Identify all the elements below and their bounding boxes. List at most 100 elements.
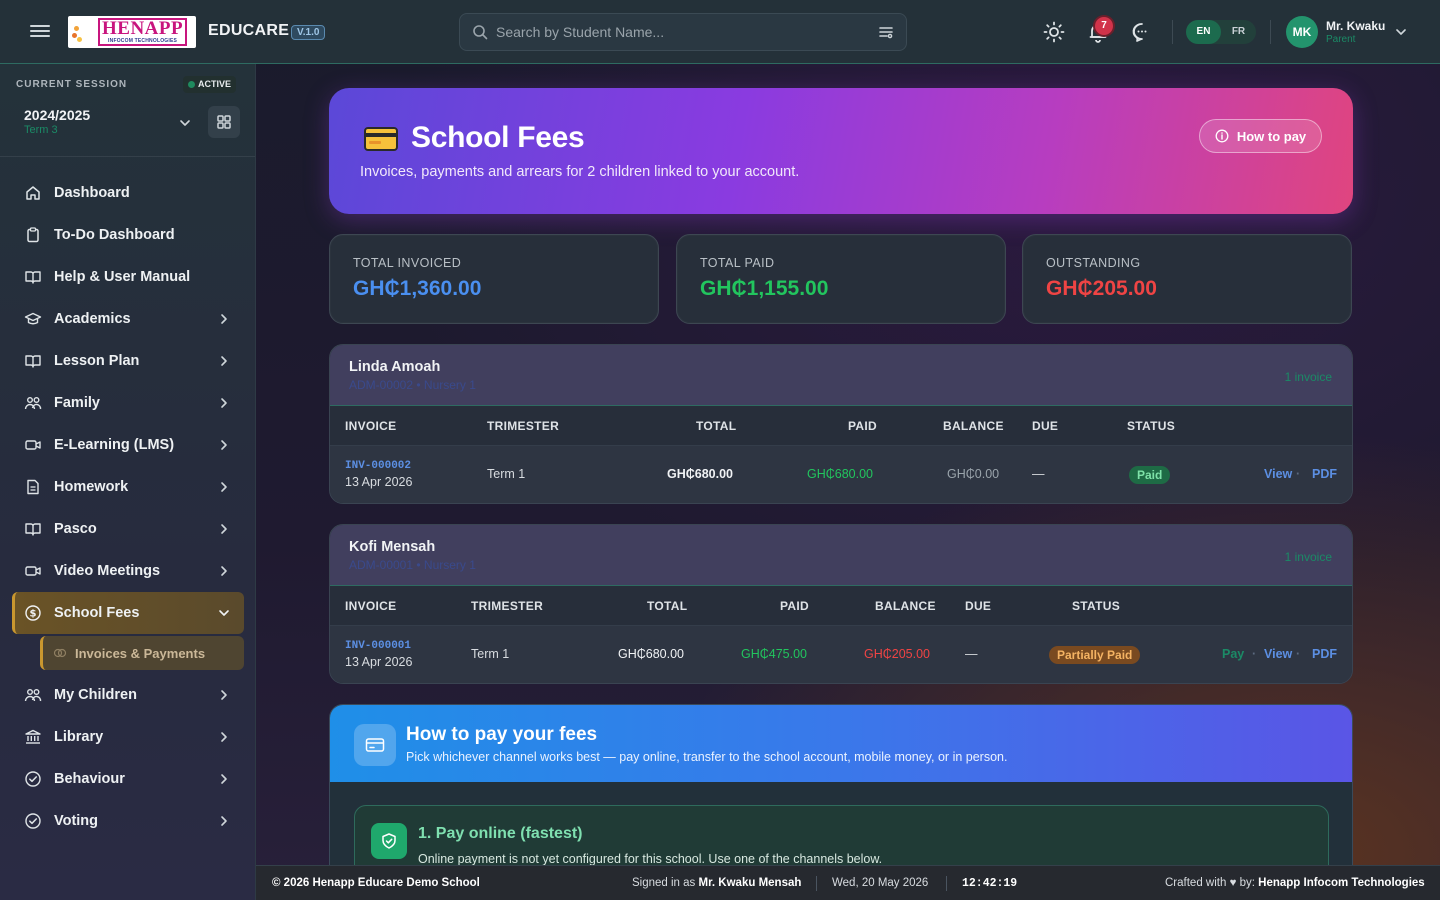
apps-grid-button[interactable] <box>208 106 240 138</box>
sidebar-item-help[interactable]: Help & User Manual <box>12 256 244 298</box>
logo-mark-icon <box>68 16 96 48</box>
user-role: Parent <box>1326 34 1356 45</box>
sidebar-item-todo[interactable]: To-Do Dashboard <box>12 214 244 256</box>
session-status-badge: ACTIVE <box>183 76 237 93</box>
child-name: Linda Amoah <box>349 359 441 375</box>
sidebar-item-voting[interactable]: Voting <box>12 800 244 842</box>
stat-label: OUTSTANDING <box>1046 256 1141 270</box>
sidebar-item-label: Help & User Manual <box>54 269 191 285</box>
sidebar-item-pasco[interactable]: Pasco <box>12 508 244 550</box>
sidebar-subitem-invoices-payments[interactable]: Invoices & Payments <box>40 636 244 670</box>
footer-date: Wed, 20 May 2026 <box>832 877 929 889</box>
sidebar-item-label: To-Do Dashboard <box>54 227 175 243</box>
sidebar-item-behaviour[interactable]: Behaviour <box>12 758 244 800</box>
stat-label: TOTAL PAID <box>700 256 775 270</box>
how-to-pay-button[interactable]: How to pay <box>1199 119 1322 153</box>
col-invoice: INVOICE <box>345 419 397 433</box>
shield-icon <box>371 823 407 859</box>
sidebar-item-lesson-plan[interactable]: Lesson Plan <box>12 340 244 382</box>
payment-option-online: 1. Pay online (fastest) Online payment i… <box>354 805 1329 873</box>
session-label: CURRENT SESSION <box>16 79 128 90</box>
col-paid: PAID <box>780 599 809 613</box>
notification-count-badge: 7 <box>1095 17 1113 35</box>
chat-icon[interactable] <box>1130 20 1154 44</box>
book-icon <box>25 355 41 368</box>
footer-company[interactable]: Henapp Infocom Technologies <box>1258 877 1425 889</box>
how-to-pay-panel: How to pay your fees Pick whichever chan… <box>329 704 1353 874</box>
invoice-count: 1 invoice <box>1284 370 1332 384</box>
view-invoice-link[interactable]: View <box>1264 467 1292 481</box>
sidebar-item-label: Homework <box>54 479 129 495</box>
user-name[interactable]: Mr. Kwaku <box>1326 19 1385 33</box>
logo[interactable]: HENAPP INFOCOM TECHNOLOGIES <box>68 16 196 48</box>
search-input[interactable] <box>496 14 866 50</box>
card-icon <box>354 724 396 766</box>
avatar[interactable]: MK <box>1286 16 1318 48</box>
search-icon <box>473 25 488 40</box>
invoice-number[interactable]: INV-000001 <box>345 640 411 652</box>
footer: © 2026 Henapp Educare Demo School Signed… <box>256 865 1440 900</box>
sidebar-item-my-children[interactable]: My Children <box>12 674 244 716</box>
invoice-date: 13 Apr 2026 <box>345 475 413 489</box>
col-status: STATUS <box>1127 419 1176 433</box>
search-bar <box>459 13 907 51</box>
view-invoice-link[interactable]: View <box>1264 647 1292 661</box>
sidebar-item-label: Behaviour <box>54 771 125 787</box>
stat-label: TOTAL INVOICED <box>353 256 462 270</box>
sidebar-item-label: Pasco <box>54 521 97 537</box>
sidebar-item-dashboard[interactable]: Dashboard <box>12 172 244 214</box>
book-icon <box>25 271 41 284</box>
sidebar-item-academics[interactable]: Academics <box>12 298 244 340</box>
invoice-number[interactable]: INV-000002 <box>345 460 411 472</box>
footer-signed-prefix: Signed in as <box>632 877 696 889</box>
svg-text:$: $ <box>30 609 37 620</box>
pdf-invoice-link[interactable]: PDF <box>1312 467 1337 481</box>
chevron-down-icon[interactable] <box>178 116 192 130</box>
page-title: School Fees <box>411 121 585 154</box>
invoice-due: — <box>965 647 978 661</box>
status-badge: Paid <box>1129 466 1171 484</box>
lang-fr-button[interactable]: FR <box>1221 20 1256 44</box>
stat-total-invoiced: TOTAL INVOICED GH₵1,360.00 <box>329 234 659 324</box>
session-year[interactable]: 2024/2025 <box>24 107 90 123</box>
sidebar-item-school-fees[interactable]: $ School Fees <box>12 592 244 634</box>
stat-value: GH₵1,155.00 <box>700 277 829 300</box>
how-to-pay-label: How to pay <box>1236 128 1307 144</box>
logo-sub-text: INFOCOM TECHNOLOGIES <box>108 38 178 44</box>
col-trimester: TRIMESTER <box>487 419 560 433</box>
col-balance: BALANCE <box>943 419 1004 433</box>
sidebar-item-label: Family <box>54 395 100 411</box>
invoice-total: GH₵680.00 <box>667 467 734 481</box>
sidebar-subitem-label: Invoices & Payments <box>75 645 206 661</box>
chevron-down-icon[interactable] <box>1394 25 1408 39</box>
version-badge: V.1.0 <box>291 25 326 40</box>
chevron-right-icon <box>221 524 227 534</box>
pay-invoice-link[interactable]: Pay <box>1222 647 1244 661</box>
lang-en-button[interactable]: EN <box>1186 20 1221 44</box>
chevron-right-icon <box>221 440 227 450</box>
sidebar-item-library[interactable]: Library <box>12 716 244 758</box>
pdf-invoice-link[interactable]: PDF <box>1312 647 1337 661</box>
heart-icon: ♥ <box>1229 877 1237 889</box>
invoice-date: 13 Apr 2026 <box>345 655 413 669</box>
stat-value: GH₵205.00 <box>1046 277 1157 300</box>
users-icon <box>24 689 42 702</box>
how-to-pay-title: How to pay your fees <box>406 724 598 745</box>
filter-icon[interactable] <box>878 25 894 39</box>
sidebar-item-label: My Children <box>54 687 137 703</box>
payment-option-text: Online payment is not yet configured for… <box>418 852 883 866</box>
sidebar-item-elearning[interactable]: E-Learning (LMS) <box>12 424 244 466</box>
video-icon <box>25 440 41 450</box>
sidebar-item-label: Dashboard <box>54 185 130 201</box>
col-due: DUE <box>1032 419 1059 433</box>
chevron-right-icon <box>221 398 227 408</box>
sidebar-item-label: Lesson Plan <box>54 353 140 369</box>
menu-toggle-icon[interactable] <box>30 22 50 42</box>
sidebar-item-video-meetings[interactable]: Video Meetings <box>12 550 244 592</box>
theme-toggle-icon[interactable] <box>1042 20 1066 44</box>
sidebar-item-family[interactable]: Family <box>12 382 244 424</box>
child-meta: ADM-00001 • Nursery 1 <box>349 558 476 572</box>
grid-icon <box>217 115 231 129</box>
sidebar-item-homework[interactable]: Homework <box>12 466 244 508</box>
check-circle-icon <box>25 771 41 787</box>
